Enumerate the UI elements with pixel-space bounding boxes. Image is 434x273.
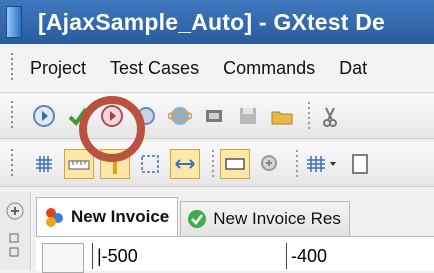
page-button[interactable] xyxy=(346,150,374,178)
selection-icon xyxy=(141,155,159,173)
save-button[interactable] xyxy=(234,102,262,130)
vertical-line-icon xyxy=(113,154,117,174)
menu-project[interactable]: Project xyxy=(30,58,86,79)
ruler-button[interactable] xyxy=(64,149,94,179)
tab-label: New Invoice xyxy=(71,207,170,226)
zoom-icon xyxy=(261,155,277,171)
open-folder-icon xyxy=(271,111,293,125)
record-icon xyxy=(33,105,55,127)
title-bar: [AjaxSample_Auto] - GXtest De xyxy=(0,0,434,44)
window-button[interactable] xyxy=(220,149,250,179)
refresh-button[interactable] xyxy=(132,102,160,130)
toolbar-grip[interactable] xyxy=(8,101,16,131)
check-circle-icon xyxy=(187,209,207,229)
tab-new-invoice[interactable]: New Invoice xyxy=(36,197,179,236)
horizontal-resize-icon xyxy=(175,159,195,169)
check-icon xyxy=(68,107,88,127)
ruler-icon xyxy=(68,160,90,170)
app-icon xyxy=(6,6,22,38)
panel-add-button[interactable] xyxy=(6,202,24,224)
save-icon xyxy=(240,108,256,124)
tree-icon xyxy=(9,233,19,257)
zoom-button[interactable] xyxy=(256,150,284,178)
grid-icon xyxy=(36,156,52,172)
grid-cell[interactable]: -400 xyxy=(286,243,431,269)
play-record-button[interactable] xyxy=(98,102,126,130)
menu-commands[interactable]: Commands xyxy=(223,58,315,79)
data-grid: |-500 -400 xyxy=(36,236,434,273)
panel-tree-button[interactable] xyxy=(6,232,24,266)
selection-button[interactable] xyxy=(136,150,164,178)
toolbar-separator xyxy=(308,102,310,130)
row-header[interactable] xyxy=(42,243,84,273)
play-record-icon xyxy=(101,105,123,127)
layout-toolbar xyxy=(0,142,434,187)
add-circle-icon xyxy=(6,202,24,220)
editor-tabs: New Invoice New Invoice Res xyxy=(36,196,434,236)
table-dropdown-button[interactable] xyxy=(304,150,340,178)
refresh-icon xyxy=(137,107,155,125)
toolbar-grip[interactable] xyxy=(8,149,16,179)
main-toolbar xyxy=(0,94,434,139)
check-button[interactable] xyxy=(64,102,92,130)
toolbar-separator xyxy=(212,150,214,178)
left-panel xyxy=(0,192,31,270)
navigate-icon xyxy=(206,110,222,122)
page-icon xyxy=(352,154,368,174)
menu-test-cases[interactable]: Test Cases xyxy=(110,58,199,79)
toolbar-separator xyxy=(296,150,298,178)
table-dropdown-icon xyxy=(307,156,336,172)
record-button[interactable] xyxy=(30,102,58,130)
vertical-line-button[interactable] xyxy=(100,149,130,179)
browser-icon xyxy=(168,107,192,125)
toolbar-grip[interactable] xyxy=(8,53,16,83)
window-title: [AjaxSample_Auto] - GXtest De xyxy=(38,8,386,35)
app-icon xyxy=(43,206,65,228)
grid-button[interactable] xyxy=(30,150,58,178)
menu-bar: Project Test Cases Commands Dat xyxy=(0,44,434,93)
navigate-button[interactable] xyxy=(200,102,228,130)
grid-cell[interactable]: |-500 xyxy=(92,243,277,269)
tab-new-invoice-result[interactable]: New Invoice Res xyxy=(180,201,350,236)
cut-button[interactable] xyxy=(316,102,344,130)
cut-icon xyxy=(323,107,337,127)
tab-label: New Invoice Res xyxy=(213,209,341,228)
horizontal-resize-button[interactable] xyxy=(170,149,200,179)
browser-button[interactable] xyxy=(166,102,194,130)
open-folder-button[interactable] xyxy=(268,102,296,130)
window-icon xyxy=(225,158,245,170)
menu-data[interactable]: Dat xyxy=(339,58,367,79)
